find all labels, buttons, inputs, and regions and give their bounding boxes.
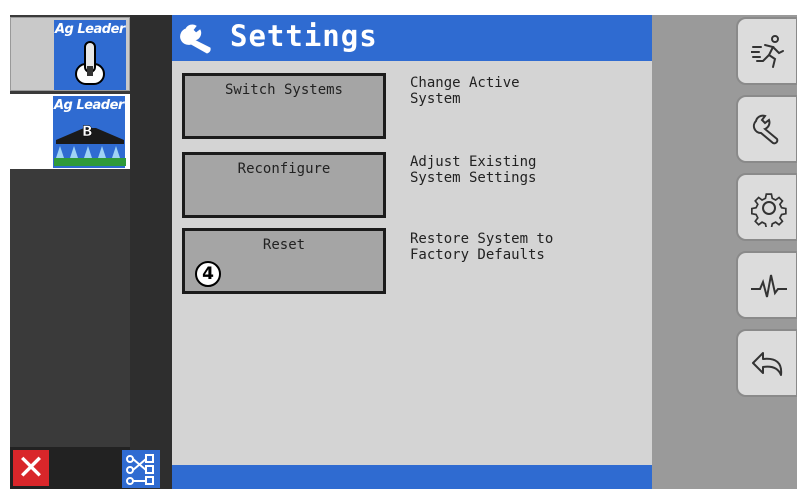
operate-button[interactable] (736, 17, 797, 85)
brand-label: Ag Leader (55, 22, 125, 37)
back-button[interactable] (736, 329, 797, 397)
title-bar: Settings (172, 15, 652, 61)
left-footer: ✕ (10, 447, 160, 489)
wrench-icon (180, 24, 211, 54)
option-description: Restore System to Factory Defaults (410, 231, 554, 263)
button-label: Reset (262, 237, 306, 253)
page-title: Settings (230, 19, 378, 53)
system-list: Ag Leader Ag Leader B ✕ (10, 15, 160, 489)
running-person-icon (751, 35, 784, 68)
close-button[interactable]: ✕ (13, 450, 49, 486)
setup-button[interactable] (736, 173, 797, 241)
joystick-icon (75, 41, 105, 85)
brand-label: Ag Leader (54, 98, 124, 113)
button-label: Reconfigure (237, 161, 331, 177)
network-diagram-icon (126, 454, 154, 485)
wrench-icon (752, 114, 779, 145)
svg-text:B: B (82, 124, 93, 140)
button-label: Switch Systems (224, 82, 343, 98)
switch-systems-button[interactable]: Switch Systems (182, 73, 386, 139)
reset-button[interactable]: Reset 4 (182, 228, 386, 294)
reconfigure-button[interactable]: Reconfigure (182, 152, 386, 218)
gear-icon (751, 193, 787, 227)
screen-frame: Ag Leader Ag Leader B ✕ Settings Switch … (10, 15, 797, 489)
settings-panel: Settings Switch Systems Change Active Sy… (172, 15, 652, 489)
option-description: Change Active System (410, 75, 520, 107)
sprayer-boom-icon: B (54, 124, 126, 166)
right-toolbar (652, 15, 797, 489)
settings-tool-button[interactable] (736, 95, 797, 163)
network-button[interactable] (122, 450, 160, 488)
bottom-bar (172, 465, 652, 489)
undo-arrow-icon (752, 352, 783, 376)
diagnostics-button[interactable] (736, 251, 797, 319)
system-sprayer-button[interactable]: Ag Leader B (10, 94, 130, 169)
callout-number: 4 (195, 261, 221, 287)
option-description: Adjust Existing System Settings (410, 154, 537, 186)
heartbeat-icon (751, 274, 787, 298)
system-joystick-button[interactable]: Ag Leader (10, 17, 130, 91)
